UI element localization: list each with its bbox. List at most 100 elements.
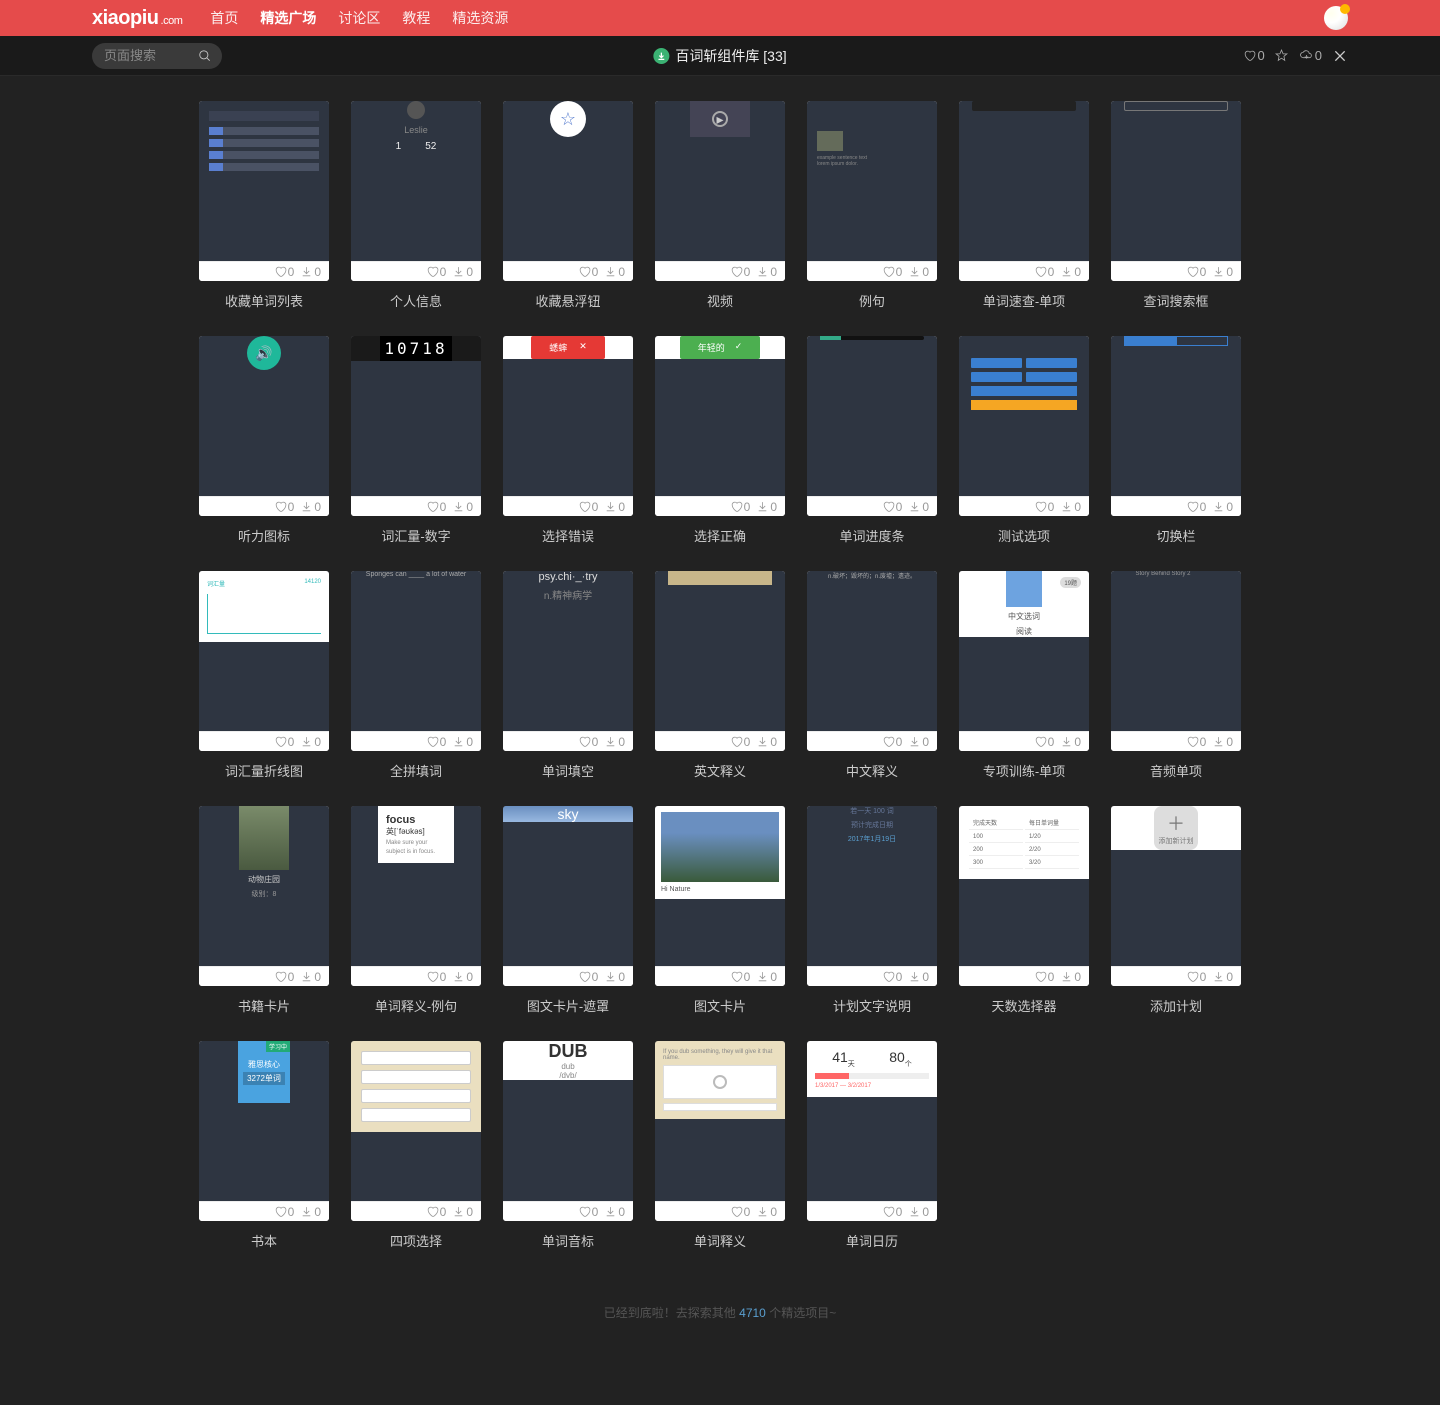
card-download[interactable]: 0 (1212, 500, 1233, 514)
card-like[interactable]: 0 (1186, 500, 1207, 514)
nav-link[interactable]: 教程 (402, 8, 430, 28)
card-download[interactable]: 0 (1212, 265, 1233, 279)
logo[interactable]: xiaopiu.com (92, 7, 182, 30)
component-card[interactable]: 19题中文选词阅读 0 0 (959, 571, 1089, 751)
card-like[interactable]: 0 (882, 265, 903, 279)
search-input[interactable] (102, 47, 192, 64)
nav-link[interactable]: 首页 (210, 8, 238, 28)
card-download[interactable]: 0 (756, 265, 777, 279)
card-download[interactable]: 0 (1212, 970, 1233, 984)
nav-link[interactable]: 精选资源 (452, 8, 508, 28)
card-download[interactable]: 0 (300, 970, 321, 984)
card-like[interactable]: 0 (274, 970, 295, 984)
card-download[interactable]: 0 (452, 1205, 473, 1219)
card-like[interactable]: 0 (274, 1205, 295, 1219)
card-like[interactable]: 0 (578, 500, 599, 514)
component-card[interactable]: 若一天 100 词预计完成日期2017年1月19日 0 0 (807, 806, 937, 986)
component-card[interactable]: 完成天数每日单词量1001/202002/203003/20 0 0 (959, 806, 1089, 986)
card-like[interactable]: 0 (274, 735, 295, 749)
card-like[interactable]: 0 (1034, 500, 1055, 514)
card-like[interactable]: 0 (730, 500, 751, 514)
card-like[interactable]: 0 (1034, 970, 1055, 984)
component-card[interactable]: 蟋蟀✕ 0 0 (503, 336, 633, 516)
card-like[interactable]: 0 (730, 265, 751, 279)
card-like[interactable]: 0 (426, 735, 447, 749)
card-download[interactable]: 0 (604, 265, 625, 279)
card-download[interactable]: 0 (604, 735, 625, 749)
component-card[interactable]: 🔊 0 0 (199, 336, 329, 516)
card-download[interactable]: 0 (756, 500, 777, 514)
card-like[interactable]: 0 (578, 265, 599, 279)
component-card[interactable]: ☆ 0 0 (503, 101, 633, 281)
card-like[interactable]: 0 (274, 500, 295, 514)
card-download[interactable]: 0 (1060, 970, 1081, 984)
component-card[interactable]: Story Behind Story 2 0 0 (1111, 571, 1241, 751)
avatar[interactable] (1324, 6, 1348, 30)
card-download[interactable]: 0 (604, 1205, 625, 1219)
component-card[interactable]: 年轻的✓ 0 0 (655, 336, 785, 516)
card-like[interactable]: 0 (426, 500, 447, 514)
card-like[interactable]: 0 (1186, 735, 1207, 749)
card-like[interactable]: 0 (426, 1205, 447, 1219)
card-like[interactable]: 0 (1034, 735, 1055, 749)
component-card[interactable]: ＋添加新计划 0 0 (1111, 806, 1241, 986)
component-card[interactable]: ▸ 0 0 (655, 101, 785, 281)
card-download[interactable]: 0 (756, 970, 777, 984)
card-download[interactable]: 0 (908, 500, 929, 514)
card-download[interactable]: 0 (908, 735, 929, 749)
star-count[interactable] (1275, 49, 1290, 62)
card-download[interactable]: 0 (300, 500, 321, 514)
card-download[interactable]: 0 (756, 735, 777, 749)
component-card[interactable]: If you dub something, they will give it … (655, 1041, 785, 1221)
card-download[interactable]: 0 (452, 500, 473, 514)
download-count[interactable]: 0 (1300, 48, 1322, 63)
card-download[interactable]: 0 (300, 265, 321, 279)
component-card[interactable]: focus英[ˈfəʊkəs]Make sure your subject is… (351, 806, 481, 986)
card-like[interactable]: 0 (578, 1205, 599, 1219)
card-like[interactable]: 0 (730, 1205, 751, 1219)
component-card[interactable]: Hi Nature 0 0 (655, 806, 785, 986)
card-like[interactable]: 0 (882, 735, 903, 749)
component-card[interactable]: n.破坏；毁坏的；n.废墟；遗迹。 0 0 (807, 571, 937, 751)
card-download[interactable]: 0 (452, 970, 473, 984)
nav-link[interactable]: 精选广场 (260, 8, 316, 28)
component-card[interactable]: 0 0 (959, 101, 1089, 281)
card-download[interactable]: 0 (452, 265, 473, 279)
card-like[interactable]: 0 (730, 970, 751, 984)
component-card[interactable]: 0 0 (351, 1041, 481, 1221)
card-like[interactable]: 0 (882, 970, 903, 984)
card-like[interactable]: 0 (578, 735, 599, 749)
component-card[interactable]: 0 0 (807, 336, 937, 516)
card-download[interactable]: 0 (756, 1205, 777, 1219)
component-card[interactable]: 0 0 (1111, 101, 1241, 281)
like-count[interactable]: 0 (1243, 48, 1265, 63)
card-download[interactable]: 0 (908, 1205, 929, 1219)
component-card[interactable]: 词汇量14120 0 0 (199, 571, 329, 751)
card-like[interactable]: 0 (426, 970, 447, 984)
component-card[interactable]: 0 0 (959, 336, 1089, 516)
card-like[interactable]: 0 (578, 970, 599, 984)
card-like[interactable]: 0 (1186, 265, 1207, 279)
component-card[interactable]: 0 0 (199, 101, 329, 281)
component-card[interactable]: 0 0 (1111, 336, 1241, 516)
component-card[interactable]: 雅思核心3272单词 0 0 (199, 1041, 329, 1221)
component-card[interactable]: Sponges can ____ a lot of water 0 0 (351, 571, 481, 751)
component-card[interactable]: 动物庄园级别：8 0 0 (199, 806, 329, 986)
card-download[interactable]: 0 (908, 265, 929, 279)
card-like[interactable]: 0 (1034, 265, 1055, 279)
card-like[interactable]: 0 (1186, 970, 1207, 984)
component-card[interactable]: example sentence textlorem ipsum dolor. … (807, 101, 937, 281)
component-card[interactable]: 10718 0 0 (351, 336, 481, 516)
component-card[interactable]: DUBdub/dvb/ 0 0 (503, 1041, 633, 1221)
card-like[interactable]: 0 (426, 265, 447, 279)
card-download[interactable]: 0 (452, 735, 473, 749)
component-card[interactable]: psy.chi·_·tryn.精神病学 0 0 (503, 571, 633, 751)
search-box[interactable] (92, 43, 222, 69)
component-card[interactable]: 41天80个1/3/2017 — 3/2/2017 0 0 (807, 1041, 937, 1221)
nav-link[interactable]: 讨论区 (338, 8, 380, 28)
card-download[interactable]: 0 (300, 735, 321, 749)
card-download[interactable]: 0 (1060, 500, 1081, 514)
component-card[interactable]: Leslie152 0 0 (351, 101, 481, 281)
card-download[interactable]: 0 (604, 970, 625, 984)
card-download[interactable]: 0 (300, 1205, 321, 1219)
